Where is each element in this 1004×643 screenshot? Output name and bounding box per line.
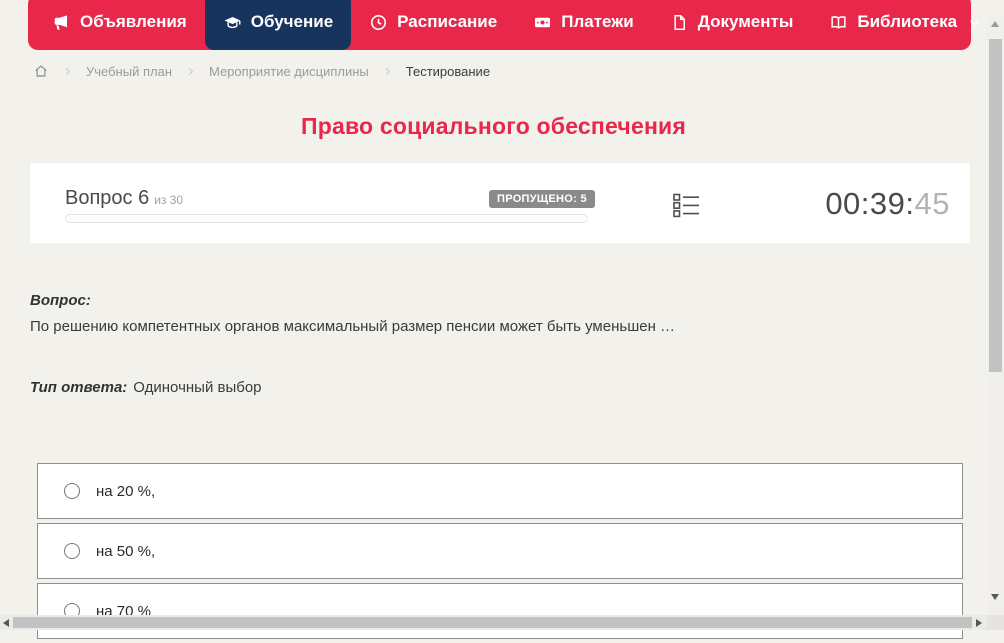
answer-option-2[interactable]: на 50 %, xyxy=(37,523,963,579)
question-list-icon[interactable] xyxy=(672,191,701,220)
answer-option-1[interactable]: на 20 %, xyxy=(37,463,963,519)
nav-item-announcements[interactable]: Объявления xyxy=(34,0,205,50)
question-text: По решению компетентных органов максимал… xyxy=(30,318,676,335)
radio-button[interactable] xyxy=(64,483,80,499)
clock-icon xyxy=(371,14,387,30)
nav-item-label: Библиотека xyxy=(857,12,958,31)
timer-seconds: 45 xyxy=(914,186,950,221)
question-header-card: Вопрос 6 из 30 ПРОПУЩЕНО: 5 00:39:45 xyxy=(30,163,970,243)
nav-item-label: Платежи xyxy=(561,12,634,31)
nav-item-payments[interactable]: Платежи xyxy=(515,0,652,50)
breadcrumb-item-curriculum[interactable]: Учебный план xyxy=(86,64,172,79)
question-progressbar xyxy=(65,214,588,223)
book-icon xyxy=(831,15,846,29)
chevron-right-icon xyxy=(188,67,193,75)
graduation-cap-icon xyxy=(224,16,241,28)
scrollbar-corner xyxy=(987,615,1004,630)
nav-item-schedule[interactable]: Расписание xyxy=(351,0,515,50)
breadcrumb: Учебный план Мероприятие дисциплины Тест… xyxy=(33,63,490,79)
question-counter: Вопрос 6 из 30 xyxy=(65,187,183,210)
horizontal-scrollbar[interactable] xyxy=(0,615,987,630)
answer-type-value: Одиночный выбор xyxy=(133,379,262,396)
breadcrumb-item-testing: Тестирование xyxy=(405,63,491,79)
breadcrumb-item-discipline-event[interactable]: Мероприятие дисциплины xyxy=(209,64,369,79)
answer-type-label: Тип ответа: xyxy=(30,379,128,396)
chevron-right-icon xyxy=(65,67,70,75)
nav-item-documents[interactable]: Документы xyxy=(652,0,812,50)
horizontal-scrollbar-thumb[interactable] xyxy=(13,617,972,628)
answer-option-3[interactable]: на 70 % xyxy=(37,583,963,639)
chevron-down-icon xyxy=(970,19,979,26)
main-navbar: Объявления Обучение Расписание Платежи Д… xyxy=(28,0,979,50)
vertical-scrollbar-thumb[interactable] xyxy=(989,39,1002,372)
nav-item-learning[interactable]: Обучение xyxy=(204,0,352,50)
nav-item-library[interactable]: Библиотека xyxy=(811,0,999,50)
question-label: Вопрос: xyxy=(30,292,91,309)
megaphone-icon xyxy=(54,14,68,30)
answer-type-row: Тип ответа: Одиночный выбор xyxy=(30,379,262,396)
nav-item-label: Расписание xyxy=(397,12,498,31)
scroll-down-arrow-icon[interactable] xyxy=(991,594,999,600)
home-icon[interactable] xyxy=(33,63,49,79)
timer-hours-minutes: 00:39: xyxy=(825,186,915,221)
option-label: на 50 %, xyxy=(96,542,156,560)
exam-timer: 00:39:45 xyxy=(825,186,950,222)
banknote-icon xyxy=(535,17,551,27)
scroll-left-arrow-icon[interactable] xyxy=(3,619,9,627)
option-label: на 20 %, xyxy=(96,482,156,500)
document-icon xyxy=(674,14,685,30)
scroll-right-arrow-icon[interactable] xyxy=(976,619,982,627)
page-title: Право социального обеспечения xyxy=(300,113,686,139)
question-number: Вопрос 6 xyxy=(65,187,150,209)
chevron-right-icon xyxy=(385,67,390,75)
scroll-up-arrow-icon[interactable] xyxy=(991,21,999,27)
radio-button[interactable] xyxy=(64,543,80,559)
skipped-badge: ПРОПУЩЕНО: 5 xyxy=(489,190,595,208)
question-total: из 30 xyxy=(154,193,184,207)
nav-item-label: Документы xyxy=(697,12,794,31)
vertical-scrollbar[interactable] xyxy=(987,15,1004,615)
nav-item-label: Обучение xyxy=(250,12,334,31)
nav-item-label: Объявления xyxy=(80,12,187,31)
